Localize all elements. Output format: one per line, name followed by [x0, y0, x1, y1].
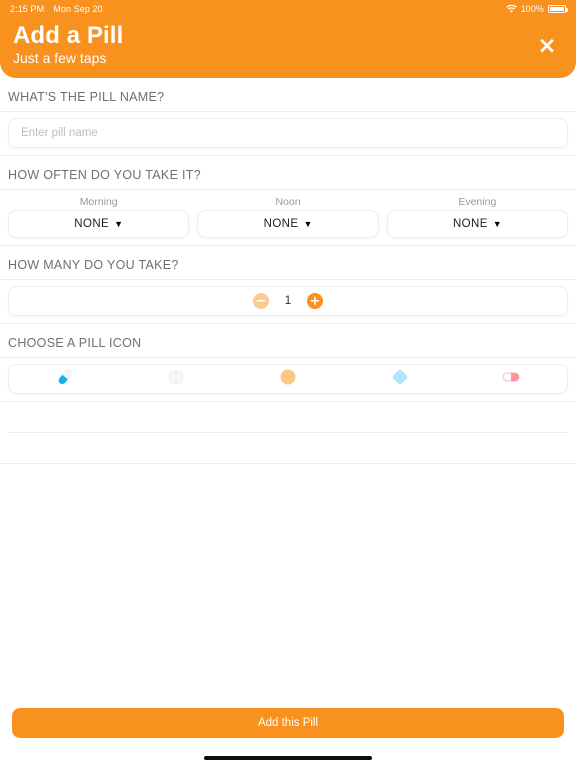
battery-icon [548, 4, 568, 14]
frequency-noon-value: NONE [263, 218, 299, 230]
frequency-morning-select[interactable]: NONE ▼ [8, 210, 190, 238]
home-indicator [204, 756, 372, 760]
status-date: Mon Sep 20 [53, 4, 103, 14]
frequency-section-label: HOW OFTEN DO YOU TAKE IT? [8, 168, 201, 182]
pill-icon-option-tablet-white[interactable] [121, 365, 233, 393]
tablet-round-orange-icon [277, 366, 299, 393]
pill-name-placeholder: Enter pill name [21, 127, 98, 139]
frequency-morning: Morning NONE ▼ [8, 196, 190, 238]
add-pill-screen: 2:15 PM Mon Sep 20 100% Add a Pill Just … [0, 0, 576, 768]
pill-icon-option-tablet-orange[interactable] [232, 365, 344, 393]
pill-name-section-label: WHAT'S THE PILL NAME? [8, 90, 165, 104]
divider [0, 463, 576, 464]
pill-icon-section-label: CHOOSE A PILL ICON [8, 336, 142, 350]
pill-icon-option-capsule-pink[interactable] [455, 365, 567, 393]
capsule-blue-icon [54, 366, 76, 393]
quantity-increment-button[interactable]: + [307, 293, 323, 309]
frequency-evening: Evening NONE ▼ [386, 196, 568, 238]
quantity-stepper: − 1 + [8, 286, 568, 316]
capsule-pink-icon [499, 366, 523, 393]
frequency-noon-select[interactable]: NONE ▼ [197, 210, 379, 238]
status-bar-left: 2:15 PM Mon Sep 20 [0, 4, 103, 14]
pill-icon-row [0, 358, 576, 401]
pill-icon-picker [8, 364, 568, 394]
wifi-icon [505, 4, 517, 14]
empty-row [0, 402, 576, 432]
frequency-noon-label: Noon [275, 196, 301, 208]
footer: Add this Pill [0, 708, 576, 738]
frequency-morning-label: Morning [79, 196, 118, 208]
frequency-evening-select[interactable]: NONE ▼ [386, 210, 568, 238]
status-bar: 2:15 PM Mon Sep 20 100% [0, 0, 576, 18]
tablet-round-white-icon [165, 366, 187, 393]
frequency-noon: Noon NONE ▼ [197, 196, 379, 238]
app-header: 2:15 PM Mon Sep 20 100% Add a Pill Just … [0, 0, 576, 78]
form-body: WHAT'S THE PILL NAME? Enter pill name HO… [0, 78, 576, 464]
page-subtitle: Just a few taps [13, 50, 107, 66]
quantity-section-label: HOW MANY DO YOU TAKE? [8, 258, 179, 272]
quantity-value: 1 [284, 295, 292, 307]
pill-icon-option-capsule-blue[interactable] [9, 365, 121, 393]
chevron-down-icon: ▼ [114, 219, 124, 229]
chevron-down-icon: ▼ [492, 219, 502, 229]
pill-icon-option-diamond-blue[interactable] [344, 365, 456, 393]
frequency-row: Morning NONE ▼ Noon NONE ▼ Evening NONE … [0, 196, 576, 238]
quantity-decrement-button[interactable]: − [253, 293, 269, 309]
diamond-blue-icon [389, 366, 411, 393]
close-icon[interactable]: × [532, 31, 562, 61]
battery-percent: 100% [520, 4, 544, 14]
pill-name-row: Enter pill name [0, 112, 576, 155]
frequency-evening-label: Evening [458, 196, 497, 208]
add-pill-button[interactable]: Add this Pill [12, 708, 564, 738]
quantity-row: − 1 + [0, 280, 576, 323]
frequency-morning-value: NONE [74, 218, 110, 230]
chevron-down-icon: ▼ [303, 219, 313, 229]
status-bar-right: 100% [505, 4, 576, 14]
pill-name-field[interactable]: Enter pill name [8, 118, 568, 148]
empty-row [0, 433, 576, 463]
status-time: 2:15 PM [10, 4, 45, 14]
page-title: Add a Pill [13, 22, 124, 49]
frequency-evening-value: NONE [452, 218, 488, 230]
